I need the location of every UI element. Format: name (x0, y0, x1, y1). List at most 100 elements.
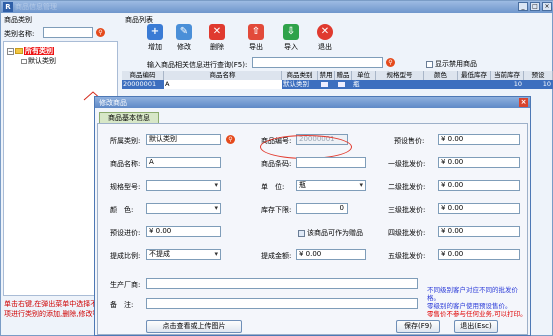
category-field[interactable]: 默认类别 (146, 134, 221, 145)
gift-checkbox-label: 该商品可作为赠品 (307, 229, 363, 237)
delete-icon: ✕ (209, 24, 225, 40)
commission-dropdown[interactable]: 不提成 (146, 249, 221, 260)
col-header-code[interactable]: 商品编码 (122, 71, 164, 80)
color-field-label: 颜 色: (110, 206, 134, 214)
checkbox-box[interactable] (298, 229, 305, 237)
dialog-close-icon[interactable]: × (519, 98, 528, 107)
category-search-icon[interactable]: ⚲ (96, 28, 105, 37)
note-line-2: 零级别的客户使用预设售价。 (427, 302, 512, 310)
level4-price-field[interactable]: ¥ 0.00 (438, 226, 520, 237)
category-picker-icon[interactable]: ⚲ (226, 135, 235, 144)
name-field-label: 商品名称: (110, 160, 141, 168)
toolbar: + 增加 ✎ 修改 ✕ 删除 ⇧ 导出 ⇩ 导入 ✕ 退出 (121, 23, 553, 53)
cell-name: A (164, 80, 282, 89)
level2-price-field[interactable]: ¥ 0.00 (438, 180, 520, 191)
product-search-icon[interactable]: ⚲ (386, 58, 395, 67)
edit-product-dialog: 修改商品 × 商品基本信息 所属类别: 默认类别 ⚲ 商品编号: 2000000… (94, 96, 531, 336)
col-header-color[interactable]: 颜色 (424, 71, 458, 80)
edit-label: 修改 (177, 43, 191, 51)
exit-icon: ✕ (317, 24, 333, 40)
exit-button[interactable]: ✕ 退出 (309, 23, 341, 53)
col-header-unit[interactable]: 单位 (352, 71, 376, 80)
product-grid: 商品编码 商品名称 商品类别 禁用 赠品 单位 规格型号 颜色 最低库存 当前库… (122, 71, 553, 91)
col-header-min-stock[interactable]: 最低库存 (458, 71, 491, 80)
cell-preset: 10 (542, 80, 551, 88)
category-name-input[interactable] (43, 27, 93, 38)
export-button[interactable]: ⇧ 导出 (240, 23, 272, 53)
level1-price-field[interactable]: ¥ 0.00 (438, 157, 520, 168)
remark-field[interactable] (146, 298, 418, 309)
add-label: 增加 (148, 43, 162, 51)
commission-amount-label: 提成金额: (261, 252, 292, 260)
gift-checkbox[interactable]: 该商品可作为赠品 (298, 228, 363, 238)
close-window-button[interactable]: × (542, 2, 552, 11)
tree-node-label: 默认类别 (28, 57, 56, 65)
app-icon: R (3, 2, 13, 12)
import-button[interactable]: ⇩ 导入 (275, 23, 307, 53)
level4-price-label: 四级批发价: (388, 229, 426, 237)
add-icon: + (147, 24, 163, 40)
maximize-button[interactable]: □ (530, 2, 540, 11)
cell-disabled-checkbox[interactable] (321, 82, 328, 87)
folder-icon (21, 58, 27, 64)
minimize-button[interactable]: _ (518, 2, 528, 11)
product-search-label: 输入商品相关信息进行查询(F5): (147, 61, 248, 69)
level1-price-label: 一级批发价: (388, 160, 426, 168)
col-header-spec[interactable]: 规格型号 (376, 71, 424, 80)
unit-field-label: 单 位: (261, 183, 285, 191)
note-line-3: 零售价不参与任何业务,可以打印。 (427, 310, 527, 318)
tree-node-default[interactable]: 默认类别 (20, 56, 56, 66)
barcode-field[interactable] (296, 157, 366, 168)
col-header-gift[interactable]: 赠品 (335, 71, 352, 80)
add-button[interactable]: + 增加 (139, 23, 171, 53)
cell-gift-checkbox[interactable] (338, 82, 345, 87)
level3-price-field[interactable]: ¥ 0.00 (438, 203, 520, 214)
save-button[interactable]: 保存(F9) (396, 320, 440, 333)
maker-field[interactable] (146, 278, 418, 289)
show-disabled-checkbox[interactable]: 显示禁用商品 (426, 59, 477, 69)
preset-price-field[interactable]: ¥ 0.00 (438, 134, 520, 145)
product-search-input[interactable] (252, 57, 383, 68)
category-name-label: 类别名称: (4, 30, 35, 38)
col-header-category[interactable]: 商品类别 (282, 71, 318, 80)
commission-label: 提成比例: (110, 252, 141, 260)
category-panel-title: 商品类别 (4, 16, 32, 24)
col-header-name[interactable]: 商品名称 (164, 71, 282, 80)
edit-icon: ✎ (176, 24, 192, 40)
import-label: 导入 (284, 43, 298, 51)
cell-current-stock: 10 (513, 80, 522, 88)
remark-label: 备 注: (110, 301, 134, 309)
name-field[interactable]: A (146, 157, 221, 168)
spec-dropdown[interactable] (146, 180, 221, 191)
col-header-preset[interactable]: 预设 (524, 71, 553, 80)
min-stock-field[interactable]: 0 (296, 203, 348, 214)
purchase-price-field[interactable]: ¥ 0.00 (146, 226, 221, 237)
dialog-exit-button[interactable]: 退出(Esc) (454, 320, 498, 333)
color-dropdown[interactable] (146, 203, 221, 214)
commission-amount-field[interactable]: ¥ 0.00 (296, 249, 366, 260)
import-icon: ⇩ (283, 24, 299, 40)
barcode-field-label: 商品条码: (261, 160, 292, 168)
min-stock-label: 库存下限: (261, 206, 292, 214)
table-row[interactable]: 20000001 A 默认类别 瓶 10 10 (122, 80, 553, 89)
preset-price-label: 预设售价: (394, 137, 425, 145)
view-image-button[interactable]: 点击查看或上传图片 (146, 320, 242, 333)
cell-code: 20000001 (123, 80, 157, 88)
delete-button[interactable]: ✕ 删除 (201, 23, 233, 53)
col-header-disabled[interactable]: 禁用 (318, 71, 335, 80)
col-header-current-stock[interactable]: 当前库存 (491, 71, 524, 80)
level5-price-field[interactable]: ¥ 0.00 (438, 249, 520, 260)
level5-price-label: 五级批发价: (388, 252, 426, 260)
purchase-price-label: 预设进价: (110, 229, 141, 237)
exit-label: 退出 (318, 43, 332, 51)
edit-button[interactable]: ✎ 修改 (168, 23, 200, 53)
level3-price-label: 三级批发价: (388, 206, 426, 214)
level2-price-label: 二级批发价: (388, 183, 426, 191)
tab-basic-info[interactable]: 商品基本信息 (99, 112, 159, 123)
note-line-1: 不同级别客户对应不同的批发价格。 (427, 286, 518, 302)
category-field-label: 所属类别: (110, 137, 141, 145)
checkbox-box[interactable] (426, 60, 433, 68)
tree-node-all[interactable]: − 所有类别 (7, 46, 54, 56)
unit-dropdown[interactable]: 瓶 (296, 180, 366, 191)
collapse-icon[interactable]: − (7, 47, 14, 55)
